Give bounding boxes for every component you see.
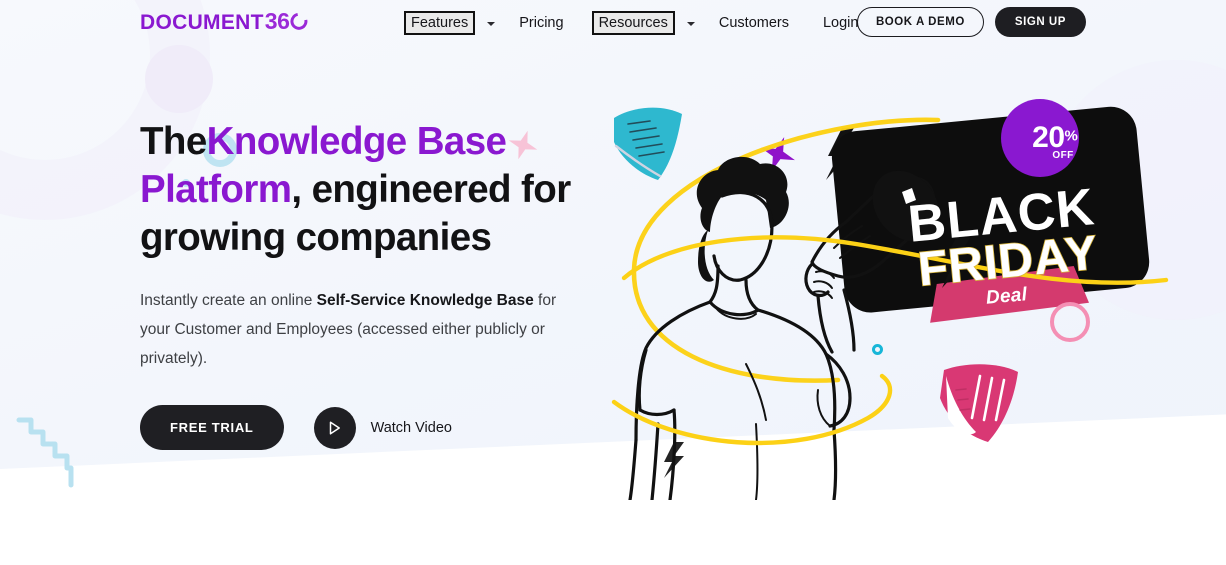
sign-up-button[interactable]: SIGN UP bbox=[994, 7, 1086, 37]
chevron-down-icon-features[interactable] bbox=[487, 22, 496, 26]
promo-ribbon-label: Deal bbox=[985, 284, 1029, 309]
hero-illustration bbox=[606, 80, 1206, 502]
watch-video-label: Watch Video bbox=[370, 419, 452, 436]
site-header: DOCUMENT 36 Features Pricing Resources C… bbox=[0, 0, 1226, 46]
decor-ring-cyan bbox=[872, 344, 883, 355]
book-a-demo-button[interactable]: BOOK A DEMO bbox=[856, 7, 984, 37]
promo-discount-text: 20% OFF bbox=[1024, 123, 1086, 161]
page-root: DOCUMENT 36 Features Pricing Resources C… bbox=[0, 0, 1226, 565]
play-triangle-icon bbox=[313, 406, 356, 449]
nav-label-customers: Customers bbox=[718, 15, 789, 31]
nav-item-features[interactable]: Features bbox=[404, 11, 476, 35]
hero-content: TheKnowledge Base Platform, engineered f… bbox=[140, 118, 620, 450]
watch-video-button[interactable]: Watch Video bbox=[313, 406, 452, 449]
nav-label-pricing: Pricing bbox=[519, 15, 564, 31]
chevron-down-icon-resources[interactable] bbox=[686, 22, 695, 26]
hero-cta-row: FREE TRIAL Watch Video bbox=[140, 405, 620, 450]
headline-accent-1: Knowledge Base bbox=[206, 120, 507, 163]
logo-text-document: DOCUMENT bbox=[140, 11, 264, 34]
header-actions: BOOK A DEMO SIGN UP bbox=[856, 7, 1086, 37]
free-trial-button[interactable]: FREE TRIAL bbox=[140, 405, 284, 450]
page-title: TheKnowledge Base Platform, engineered f… bbox=[140, 118, 620, 262]
hero-subtext: Instantly create an online Self-Service … bbox=[140, 286, 560, 373]
headline-part-2: , engineered for bbox=[291, 168, 571, 211]
nav-label-features: Features bbox=[411, 15, 469, 31]
circle-o-ring-icon bbox=[286, 9, 311, 34]
subtext-lead: Instantly create an online bbox=[140, 292, 317, 309]
nav-item-customers[interactable]: Customers bbox=[713, 12, 795, 34]
logo[interactable]: DOCUMENT 36 bbox=[140, 8, 311, 35]
subtext-bold: Self-Service Knowledge Base bbox=[316, 292, 534, 309]
logo-text-36: 36 bbox=[264, 8, 290, 34]
headline-part-3: growing companies bbox=[140, 216, 492, 259]
nav-label-resources: Resources bbox=[598, 15, 668, 31]
nav-label-login: Login bbox=[822, 15, 859, 31]
decor-paper-cyan bbox=[614, 107, 682, 180]
logo-text-360: 36 bbox=[264, 8, 311, 35]
headline-part-1: The bbox=[140, 120, 207, 163]
decor-paper-pink bbox=[940, 364, 1018, 442]
primary-nav: Features Pricing Resources Customers Log… bbox=[404, 0, 886, 46]
nav-item-resources[interactable]: Resources bbox=[591, 11, 675, 35]
bg-blob-circle-small bbox=[145, 45, 213, 113]
decor-zigzag-stairs bbox=[14, 415, 78, 496]
decor-ring-pink bbox=[1050, 302, 1090, 342]
nav-item-pricing[interactable]: Pricing bbox=[513, 12, 569, 34]
headline-accent-2: Platform bbox=[140, 168, 292, 211]
